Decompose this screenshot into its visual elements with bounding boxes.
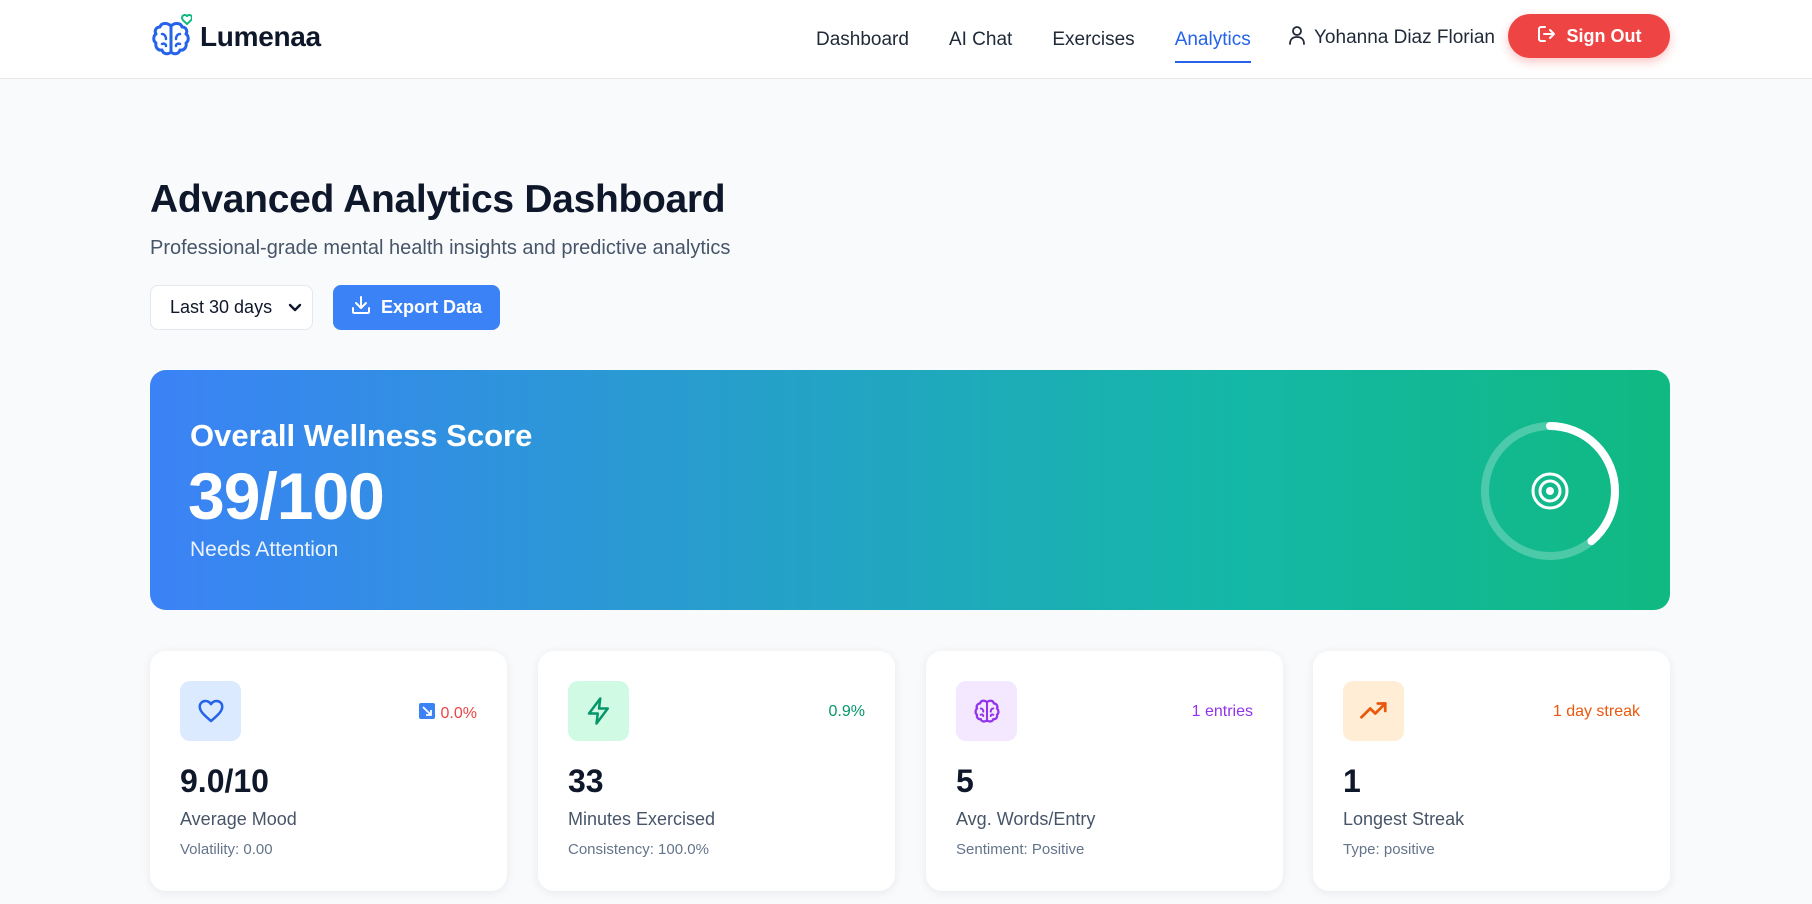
words-value: 5 <box>956 763 974 799</box>
streak-badge: 1 day streak <box>1553 703 1640 721</box>
download-icon <box>351 295 371 320</box>
stat-card-words-per-entry: 1 entries 5 Avg. Words/Entry Sentiment: … <box>926 651 1283 891</box>
exercise-sub: Consistency: 100.0% <box>568 841 709 858</box>
date-range-value: Last 30 days <box>170 297 273 317</box>
mood-change-value: 0.0% <box>440 704 477 722</box>
lightning-icon <box>568 681 629 741</box>
wellness-label: Overall Wellness Score <box>190 418 533 453</box>
nav-link-ai-chat[interactable]: AI Chat <box>949 23 1012 57</box>
entries-badge: 1 entries <box>1192 703 1253 721</box>
sign-out-icon <box>1537 24 1557 49</box>
nav-link-exercises[interactable]: Exercises <box>1052 23 1134 57</box>
export-data-label: Export Data <box>380 297 483 317</box>
nav-links: Dashboard AI Chat Exercises Analytics <box>816 0 1291 79</box>
sign-out-button[interactable]: Sign Out <box>1508 14 1670 58</box>
nav-link-dashboard[interactable]: Dashboard <box>816 23 909 57</box>
stat-card-minutes-exercised: 0.9% 33 Minutes Exercised Consistency: 1… <box>538 651 895 891</box>
exercise-change-value: 0.9% <box>828 703 865 720</box>
words-sub: Sentiment: Positive <box>956 841 1085 858</box>
brand-name: Lumenaa <box>200 21 321 52</box>
streak-value: 1 <box>1343 763 1361 799</box>
entries-value: 1 entries <box>1191 703 1253 720</box>
mood-change-badge: 0.0% <box>418 703 477 724</box>
target-icon <box>1531 472 1569 510</box>
page-subtitle: Professional-grade mental health insight… <box>150 237 731 259</box>
user-name: Yohanna Diaz Florian <box>1314 27 1495 48</box>
streak-sub: Type: positive <box>1343 841 1435 858</box>
mood-label: Average Mood <box>180 809 297 829</box>
trending-up-icon <box>1343 681 1404 741</box>
wellness-score-banner: Overall Wellness Score 39/100 Needs Atte… <box>150 370 1670 610</box>
exercise-label: Minutes Exercised <box>568 809 716 829</box>
stat-card-longest-streak: 1 day streak 1 Longest Streak Type: posi… <box>1313 651 1670 891</box>
sign-out-label: Sign Out <box>1566 25 1642 46</box>
nav-link-analytics[interactable]: Analytics <box>1174 23 1251 63</box>
user-icon <box>1288 25 1306 51</box>
mood-value: 9.0/10 <box>180 763 269 799</box>
mood-sub: Volatility: 0.00 <box>180 841 273 858</box>
user-menu[interactable]: Yohanna Diaz Florian <box>1288 22 1495 54</box>
trend-down-icon <box>418 703 435 724</box>
wellness-status: Needs Attention <box>190 538 339 561</box>
brain-heart-logo-icon <box>150 13 194 60</box>
brand[interactable]: Lumenaa <box>150 13 321 60</box>
exercise-value: 33 <box>568 763 604 799</box>
stat-card-average-mood: 0.0% 9.0/10 Average Mood Volatility: 0.0… <box>150 651 507 891</box>
streak-label: Longest Streak <box>1343 809 1465 829</box>
top-navbar: Lumenaa Dashboard AI Chat Exercises Anal… <box>0 0 1812 79</box>
date-range-select[interactable]: Last 30 days <box>150 285 313 330</box>
chevron-down-icon <box>288 299 302 322</box>
wellness-score: 39/100 <box>188 459 385 533</box>
streak-badge-value: 1 day streak <box>1552 703 1640 720</box>
brain-icon <box>956 681 1017 741</box>
heart-icon <box>180 681 241 741</box>
page-title: Advanced Analytics Dashboard <box>150 178 726 221</box>
words-label: Avg. Words/Entry <box>956 809 1096 829</box>
export-data-button[interactable]: Export Data <box>333 285 500 330</box>
wellness-progress-ring <box>1477 418 1623 564</box>
exercise-change-badge: 0.9% <box>829 703 865 721</box>
